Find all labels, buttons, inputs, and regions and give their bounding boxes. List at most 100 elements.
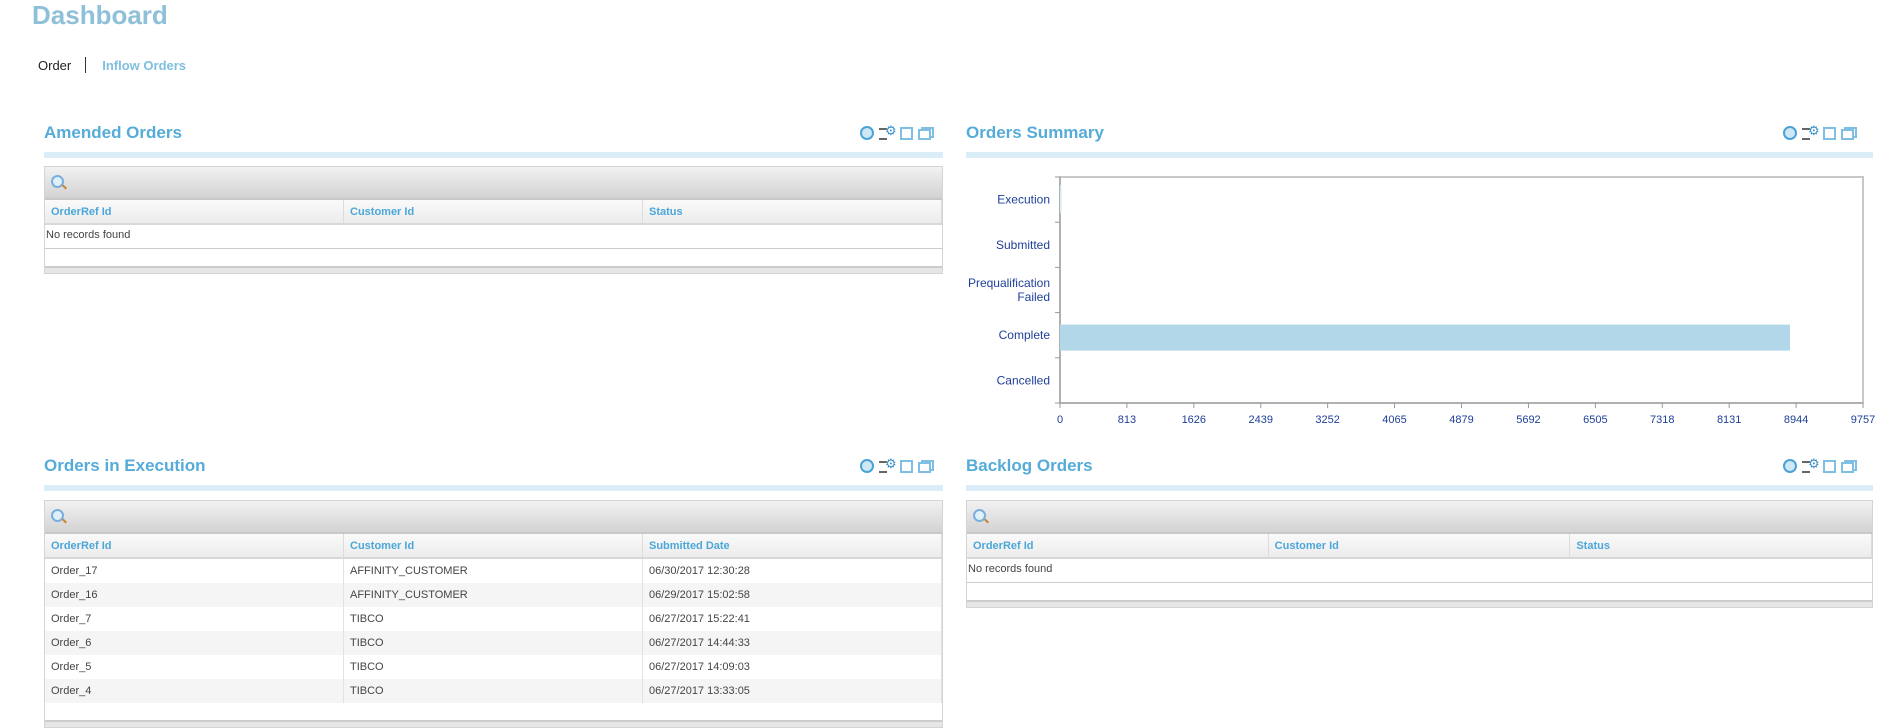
restore-icon[interactable] (918, 126, 934, 140)
table-cell: Order_4 (45, 679, 344, 703)
table-cell: Order_16 (45, 583, 344, 607)
tab-inflow-orders[interactable]: Inflow Orders (102, 58, 186, 73)
refresh-icon[interactable] (1783, 126, 1797, 140)
table-cell: 06/29/2017 15:02:58 (643, 583, 942, 607)
x-tick-label: 3252 (1315, 414, 1339, 426)
table-cell: TIBCO (344, 655, 643, 679)
x-tick-label: 0 (1057, 414, 1063, 426)
table-cell: Order_5 (45, 655, 344, 679)
tab-order[interactable]: Order (38, 58, 71, 73)
column-header[interactable]: Status (1570, 534, 1873, 557)
panel-divider (44, 152, 943, 158)
plot-area (1059, 176, 1864, 404)
orders-summary-chart: Execution Submitted PrequalificationFailed… (968, 176, 1875, 426)
grid-toolbar (45, 167, 942, 200)
search-icon[interactable] (973, 509, 986, 522)
page-title: Dashboard (32, 0, 168, 30)
table-row[interactable]: Order_16 AFFINITY_CUSTOMER 06/29/2017 15:0… (45, 583, 942, 607)
panel-divider (966, 485, 1873, 491)
maximize-icon[interactable] (900, 459, 913, 473)
orders-in-execution-title: Orders in Execution (44, 456, 206, 475)
refresh-icon[interactable] (1783, 459, 1797, 473)
column-header[interactable]: Customer Id (1269, 534, 1571, 557)
x-tick-label: 4065 (1382, 414, 1406, 426)
panel-toolbar (860, 123, 934, 140)
column-header[interactable]: Status (643, 200, 942, 223)
y-tick-label: Submitted (996, 238, 1050, 252)
horizontal-scrollbar[interactable] (45, 268, 942, 273)
panel-divider (966, 152, 1873, 158)
grid-body: Order_17 AFFINITY_CUSTOMER 06/30/2017 12:3… (45, 559, 942, 703)
grid-footer (967, 583, 1872, 602)
x-tick-label: 7318 (1650, 414, 1674, 426)
grid-footer (45, 703, 942, 722)
table-cell: Order_7 (45, 607, 344, 631)
search-icon[interactable] (51, 175, 64, 188)
table-row[interactable]: Order_6 TIBCO 06/27/2017 14:44:33 (45, 631, 942, 655)
empty-message: No records found (967, 559, 1872, 583)
refresh-icon[interactable] (860, 459, 874, 473)
x-tick-label: 8131 (1717, 414, 1741, 426)
table-cell: 06/27/2017 14:09:03 (643, 655, 942, 679)
panel-toolbar (860, 456, 934, 473)
restore-icon[interactable] (1841, 459, 1857, 473)
tab-bar: Order Inflow Orders (38, 57, 186, 73)
bar-execution[interactable] (1060, 185, 1062, 213)
backlog-orders-grid: OrderRef Id Customer Id Status No record… (966, 500, 1873, 608)
x-tick-label: 6505 (1583, 414, 1607, 426)
column-header[interactable]: Customer Id (344, 534, 643, 557)
x-tick-label: 4879 (1449, 414, 1473, 426)
settings-icon[interactable] (1802, 456, 1820, 473)
horizontal-scrollbar[interactable] (967, 602, 1872, 607)
table-cell: AFFINITY_CUSTOMER (344, 559, 643, 583)
table-cell: 06/27/2017 15:22:41 (643, 607, 942, 631)
settings-icon[interactable] (879, 456, 897, 473)
column-header[interactable]: OrderRef Id (45, 534, 344, 557)
orders-summary-title: Orders Summary (966, 123, 1104, 142)
table-row[interactable]: Order_7 TIBCO 06/27/2017 15:22:41 (45, 607, 942, 631)
x-tick-label: 2439 (1248, 414, 1272, 426)
grid-toolbar (967, 501, 1872, 534)
table-row[interactable]: Order_4 TIBCO 06/27/2017 13:33:05 (45, 679, 942, 703)
x-tick-label: 8944 (1784, 414, 1808, 426)
restore-icon[interactable] (1841, 126, 1857, 140)
column-header[interactable]: Submitted Date (643, 534, 942, 557)
amended-orders-title: Amended Orders (44, 123, 182, 142)
table-cell: TIBCO (344, 679, 643, 703)
column-header[interactable]: OrderRef Id (45, 200, 344, 223)
x-tick-label: 9757 (1851, 414, 1875, 426)
table-cell: 06/27/2017 14:44:33 (643, 631, 942, 655)
table-row[interactable]: Order_17 AFFINITY_CUSTOMER 06/30/2017 12:3… (45, 559, 942, 583)
settings-icon[interactable] (879, 123, 897, 140)
restore-icon[interactable] (918, 459, 934, 473)
panel-toolbar (1783, 123, 1857, 140)
table-row[interactable]: Order_5 TIBCO 06/27/2017 14:09:03 (45, 655, 942, 679)
table-cell: Order_17 (45, 559, 344, 583)
grid-footer (45, 249, 942, 268)
settings-icon[interactable] (1802, 123, 1820, 140)
table-cell: Order_6 (45, 631, 344, 655)
table-cell: 06/27/2017 13:33:05 (643, 679, 942, 703)
y-tick-label: Complete (999, 328, 1051, 342)
bar-complete[interactable] (1060, 324, 1790, 351)
table-cell: AFFINITY_CUSTOMER (344, 583, 643, 607)
column-header[interactable]: OrderRef Id (967, 534, 1269, 557)
maximize-icon[interactable] (1823, 126, 1836, 140)
grid-header: OrderRef Id Customer Id Status (45, 200, 942, 225)
table-cell: 06/30/2017 12:30:28 (643, 559, 942, 583)
empty-message: No records found (45, 225, 942, 249)
refresh-icon[interactable] (860, 126, 874, 140)
panel-divider (44, 485, 943, 491)
grid-toolbar (45, 501, 942, 534)
grid-header: OrderRef Id Customer Id Status (967, 534, 1873, 559)
maximize-icon[interactable] (1823, 459, 1836, 473)
x-tick-label: 813 (1118, 414, 1136, 426)
horizontal-scrollbar[interactable] (45, 722, 942, 727)
table-cell: TIBCO (344, 631, 643, 655)
maximize-icon[interactable] (900, 126, 913, 140)
search-icon[interactable] (51, 509, 64, 522)
orders-in-execution-grid: OrderRef Id Customer Id Submitted Date O… (44, 500, 943, 728)
y-tick-label: Failed (1017, 290, 1050, 304)
column-header[interactable]: Customer Id (344, 200, 643, 223)
grid-header: OrderRef Id Customer Id Submitted Date (45, 534, 942, 559)
